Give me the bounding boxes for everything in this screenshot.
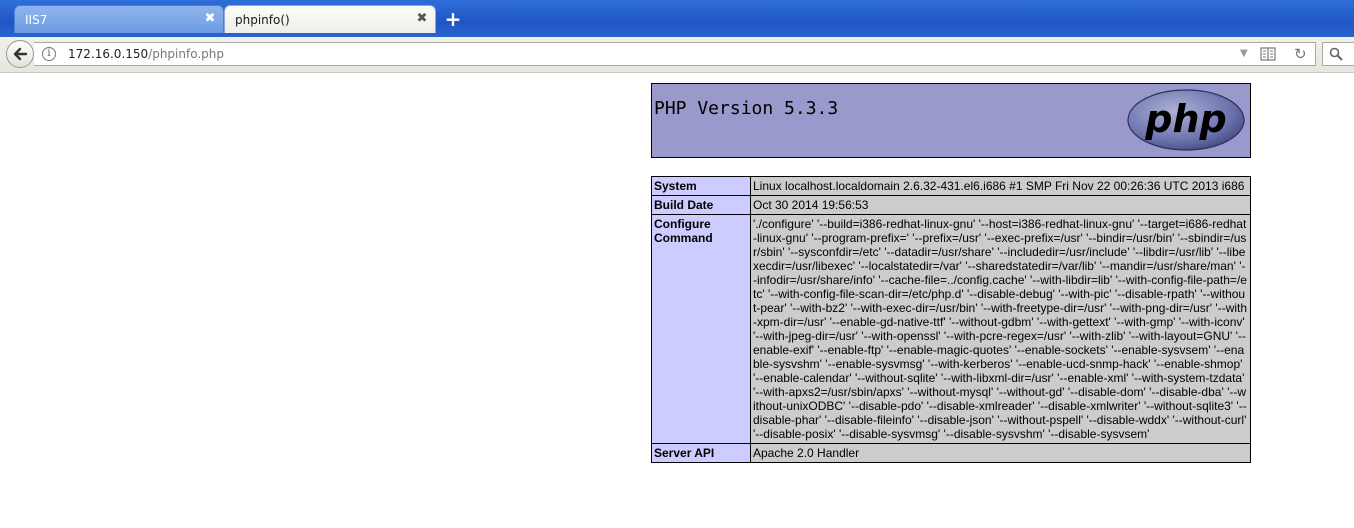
- reader-view-icon[interactable]: [1260, 47, 1276, 61]
- table-row: Server API Apache 2.0 Handler: [651, 443, 1251, 463]
- row-value: Linux localhost.localdomain 2.6.32-431.e…: [750, 176, 1251, 196]
- url-text[interactable]: 172.16.0.150/phpinfo.php: [68, 47, 224, 61]
- logo-text: php: [1144, 97, 1226, 141]
- tab-strip: IIS7 ✖ phpinfo() ✖ +: [0, 0, 1354, 37]
- table-row: Build Date Oct 30 2014 19:56:53: [651, 195, 1251, 215]
- row-value: Oct 30 2014 19:56:53: [750, 195, 1251, 215]
- table-row: System Linux localhost.localdomain 2.6.3…: [651, 176, 1251, 196]
- navigation-bar: i 172.16.0.150/phpinfo.php ▼ ↻: [0, 37, 1354, 73]
- table-row: Configure Command './configure' '--build…: [651, 214, 1251, 444]
- row-key: System: [651, 176, 751, 196]
- row-key: Build Date: [651, 195, 751, 215]
- address-bar[interactable]: i 172.16.0.150/phpinfo.php ▼ ↻: [34, 42, 1316, 66]
- search-icon: [1329, 47, 1343, 61]
- close-icon[interactable]: ✖: [203, 12, 217, 26]
- url-path: /phpinfo.php: [148, 47, 224, 61]
- search-box[interactable]: [1322, 42, 1354, 66]
- tab-phpinfo[interactable]: phpinfo() ✖: [224, 5, 436, 33]
- close-icon[interactable]: ✖: [415, 12, 429, 26]
- tab-label: phpinfo(): [235, 13, 290, 27]
- page-title: PHP Version 5.3.3: [654, 98, 839, 119]
- row-value: './configure' '--build=i386-redhat-linux…: [750, 214, 1251, 444]
- info-icon[interactable]: i: [42, 47, 56, 61]
- php-version-header: PHP Version 5.3.3 php: [651, 83, 1251, 158]
- back-button[interactable]: [6, 40, 34, 68]
- row-key: Configure Command: [651, 214, 751, 444]
- php-logo-icon[interactable]: php: [1126, 88, 1246, 152]
- reload-icon[interactable]: ↻: [1294, 45, 1307, 63]
- back-arrow-icon: [13, 47, 28, 61]
- php-info-table: System Linux localhost.localdomain 2.6.3…: [651, 176, 1251, 463]
- tab-iis7[interactable]: IIS7 ✖: [14, 5, 224, 33]
- new-tab-icon[interactable]: +: [444, 9, 462, 29]
- row-value: Apache 2.0 Handler: [750, 443, 1251, 463]
- url-host: 172.16.0.150: [68, 47, 149, 61]
- row-key: Server API: [651, 443, 751, 463]
- chevron-down-icon[interactable]: ▼: [1240, 48, 1248, 59]
- page-content: PHP Version 5.3.3 php System Linux local…: [0, 74, 1354, 528]
- tab-label: IIS7: [25, 13, 48, 27]
